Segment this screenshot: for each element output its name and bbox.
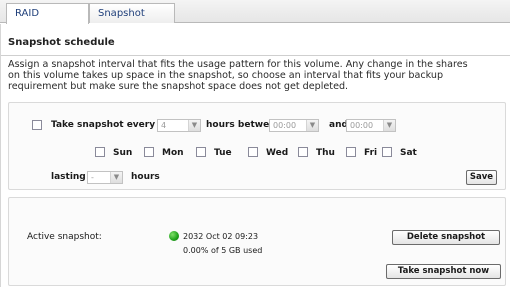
chevron-down-icon: ▼ [188, 120, 200, 131]
tab-bar: RAID Settings Snapshot [0, 0, 510, 38]
day-checkbox-fri[interactable] [346, 147, 356, 157]
interval-value: 4 [161, 121, 167, 130]
description-line-2: on this volume takes up space in the sna… [8, 70, 444, 81]
day-checkbox-thu[interactable] [298, 147, 308, 157]
day-checkbox-sun[interactable] [95, 147, 105, 157]
snapshot-timestamp: 2032 Oct 02 09:23 [183, 232, 259, 241]
end-time-select[interactable]: 00:00 ▼ [346, 119, 396, 132]
lasting-value: - [91, 173, 94, 182]
active-snapshot-label: Active snapshot: [27, 232, 102, 242]
hours-label: hours [131, 172, 160, 182]
tab-raid-settings[interactable]: RAID Settings [6, 3, 89, 38]
start-time-value: 00:00 [273, 121, 297, 130]
end-time-value: 00:00 [350, 121, 374, 130]
interval-select[interactable]: 4 ▼ [157, 119, 201, 132]
day-checkbox-wed[interactable] [248, 147, 258, 157]
chevron-down-icon: ▼ [306, 120, 318, 131]
save-button[interactable]: Save [466, 170, 497, 185]
section-description: Assign a snapshot interval that fits the… [8, 59, 506, 92]
chevron-down-icon: ▼ [110, 172, 122, 183]
day-label-fri: Fri [364, 148, 378, 158]
status-indicator-icon [169, 231, 179, 241]
day-label-tue: Tue [214, 148, 232, 158]
day-checkbox-sat[interactable] [382, 147, 392, 157]
lasting-label: lasting [51, 172, 86, 182]
day-label-thu: Thu [316, 148, 335, 158]
day-label-wed: Wed [266, 148, 289, 158]
section-title: Snapshot schedule [8, 37, 115, 48]
take-snapshot-now-button[interactable]: Take snapshot now [386, 264, 501, 279]
day-checkbox-tue[interactable] [196, 147, 206, 157]
take-snapshot-checkbox[interactable] [32, 120, 42, 130]
chevron-down-icon: ▼ [383, 120, 395, 131]
day-label-sat: Sat [400, 148, 417, 158]
section-divider [1, 55, 510, 56]
day-label-mon: Mon [162, 148, 184, 158]
description-line-1: Assign a snapshot interval that fits the… [8, 59, 468, 70]
snapshot-panel: Snapshot schedule Assign a snapshot inte… [0, 24, 510, 287]
active-snapshot-box: Active snapshot: 2032 Oct 02 09:23 0.00%… [8, 197, 506, 286]
schedule-box: Take snapshot every 4 ▼ hours between 00… [8, 102, 506, 190]
take-snapshot-label: Take snapshot every [51, 120, 156, 130]
start-time-select[interactable]: 00:00 ▼ [269, 119, 319, 132]
delete-snapshot-button[interactable]: Delete snapshot [392, 230, 500, 245]
tab-snapshot[interactable]: Snapshot [89, 3, 175, 23]
snapshot-usage: 0.00% of 5 GB used [183, 246, 263, 255]
day-checkbox-mon[interactable] [144, 147, 154, 157]
lasting-select[interactable]: - ▼ [87, 171, 123, 184]
description-line-3: requirement but make sure the snapshot s… [8, 81, 349, 92]
day-label-sun: Sun [113, 148, 133, 158]
